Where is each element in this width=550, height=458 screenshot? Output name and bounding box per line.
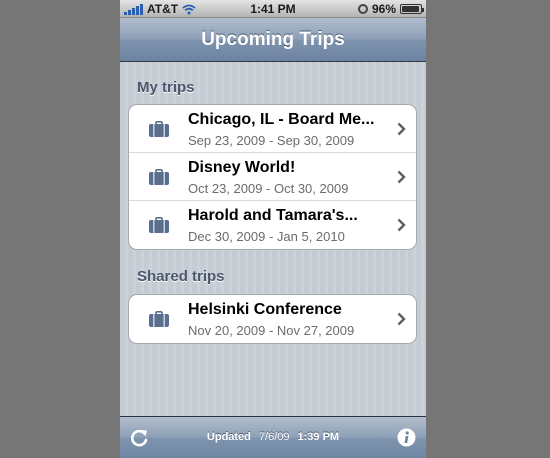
- updated-date: 7/6/09: [258, 431, 290, 443]
- section-header-my-trips: My trips: [137, 79, 195, 96]
- phone-screen: AT&T 1:41 PM 96% Upcoming Trips My trips: [120, 0, 426, 458]
- suitcase-icon: [149, 311, 169, 327]
- status-bar: AT&T 1:41 PM 96%: [120, 0, 426, 18]
- chevron-right-icon: [397, 312, 406, 326]
- suitcase-icon: [149, 169, 169, 185]
- trip-row[interactable]: Helsinki Conference Nov 20, 2009 - Nov 2…: [129, 295, 416, 343]
- suitcase-icon: [149, 217, 169, 233]
- trip-row[interactable]: Disney World! Oct 23, 2009 - Oct 30, 200…: [129, 153, 416, 201]
- chevron-right-icon: [397, 122, 406, 136]
- last-updated-status: Updated 7/6/09 1:39 PM: [120, 431, 426, 443]
- status-right: 96%: [357, 2, 424, 16]
- trip-row[interactable]: Chicago, IL - Board Me... Sep 23, 2009 -…: [129, 105, 416, 153]
- trip-title: Helsinki Conference: [188, 301, 342, 318]
- trip-dates: Sep 23, 2009 - Sep 30, 2009: [188, 133, 355, 148]
- shared-trips-group: Helsinki Conference Nov 20, 2009 - Nov 2…: [128, 294, 417, 344]
- trip-dates: Nov 20, 2009 - Nov 27, 2009: [188, 323, 355, 338]
- my-trips-group: Chicago, IL - Board Me... Sep 23, 2009 -…: [128, 104, 417, 250]
- chevron-right-icon: [397, 218, 406, 232]
- battery-percent: 96%: [371, 2, 396, 16]
- suitcase-icon: [149, 121, 169, 137]
- trip-row[interactable]: Harold and Tamara's... Dec 30, 2009 - Ja…: [129, 201, 416, 249]
- alarm-icon: [357, 4, 368, 14]
- updated-label: Updated: [206, 431, 251, 443]
- trip-title: Harold and Tamara's...: [188, 207, 358, 224]
- trip-title: Chicago, IL - Board Me...: [188, 111, 375, 128]
- bottom-toolbar: Updated 7/6/09 1:39 PM: [120, 416, 426, 458]
- info-icon[interactable]: [397, 428, 416, 447]
- page-title: Upcoming Trips: [201, 29, 345, 50]
- updated-time: 1:39 PM: [297, 431, 340, 443]
- navigation-bar: Upcoming Trips: [120, 18, 426, 62]
- trip-dates: Dec 30, 2009 - Jan 5, 2010: [188, 229, 345, 244]
- battery-icon: [400, 4, 424, 14]
- section-header-shared-trips: Shared trips: [137, 268, 225, 285]
- trip-title: Disney World!: [188, 159, 296, 176]
- trip-dates: Oct 23, 2009 - Oct 30, 2009: [188, 181, 349, 196]
- chevron-right-icon: [397, 170, 406, 184]
